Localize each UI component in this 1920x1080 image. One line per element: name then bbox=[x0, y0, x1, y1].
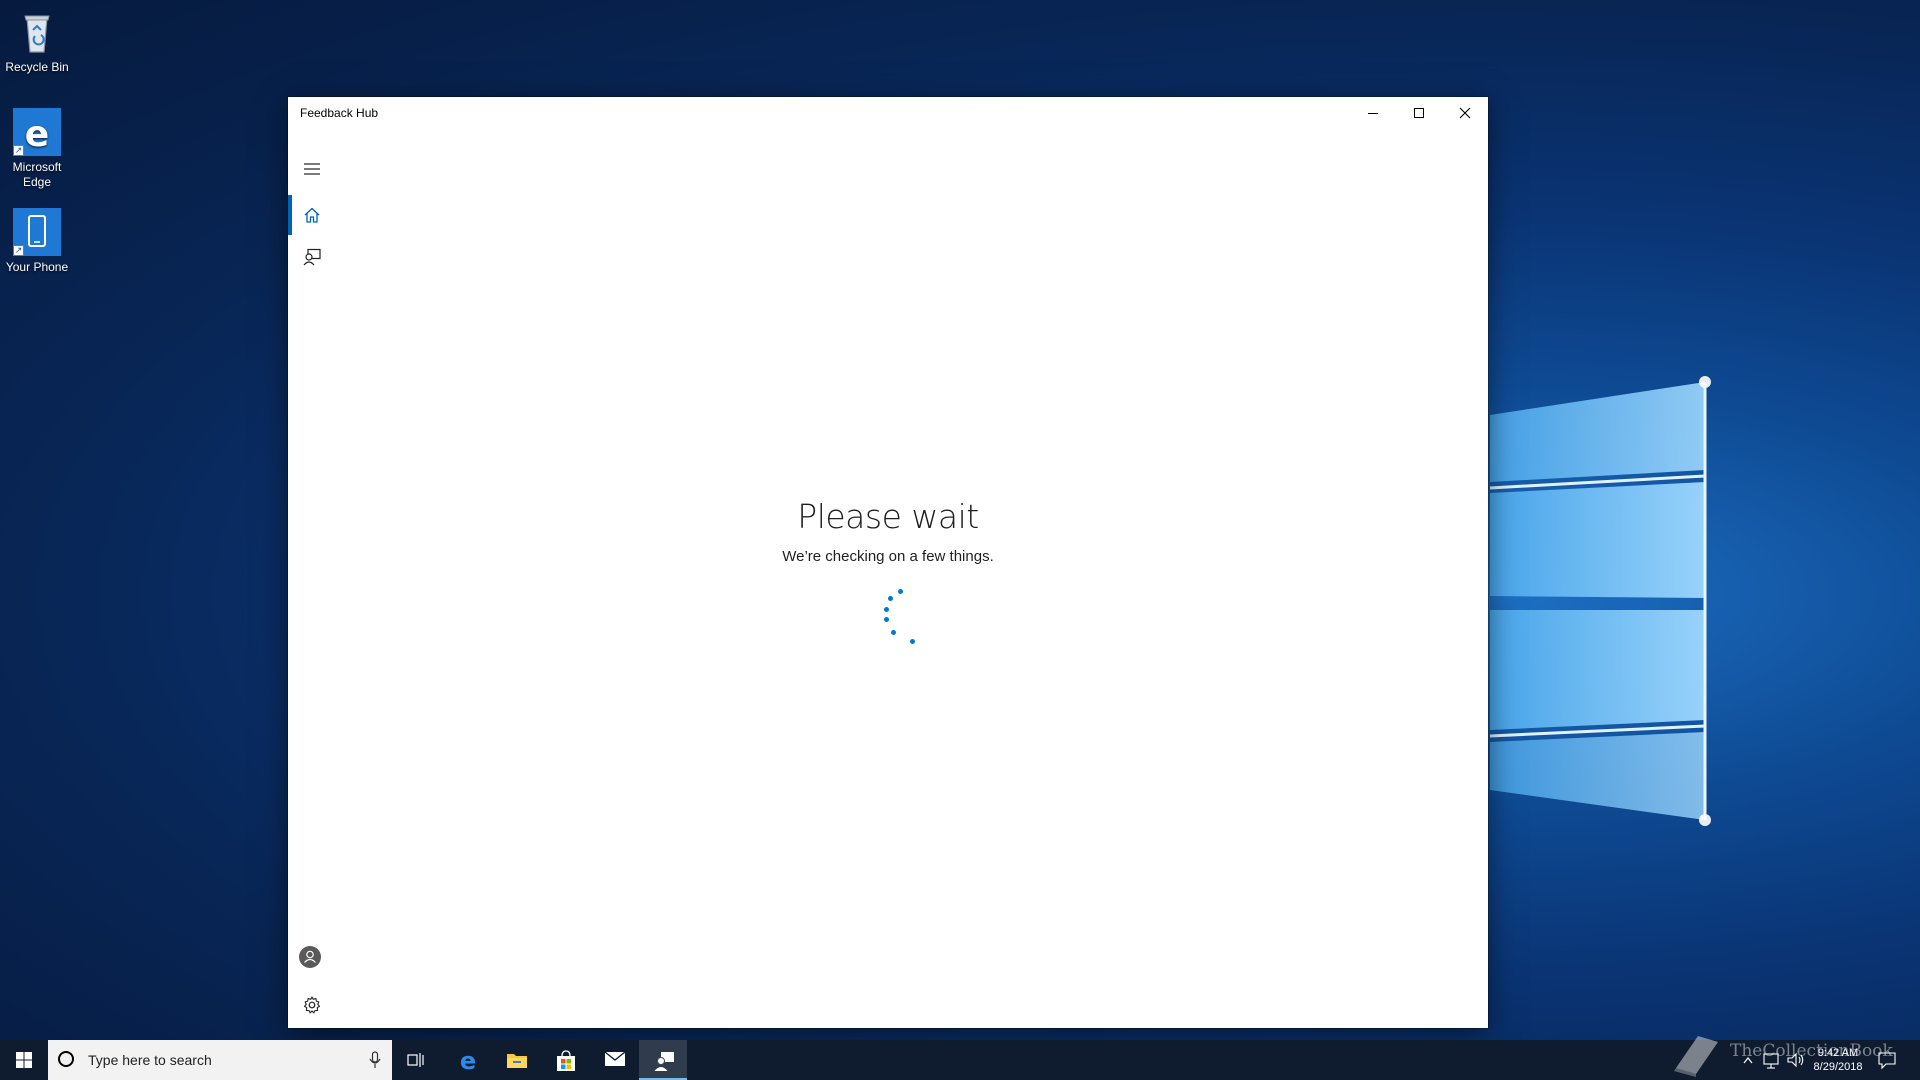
progress-dot bbox=[888, 596, 893, 601]
nav-item-home[interactable] bbox=[288, 195, 336, 235]
task-view-icon bbox=[407, 1053, 424, 1067]
taskbar-store-button[interactable] bbox=[541, 1040, 589, 1080]
shortcut-arrow-icon: ↗ bbox=[13, 245, 24, 256]
task-view-button[interactable] bbox=[392, 1040, 440, 1080]
taskbar-mail-button[interactable] bbox=[590, 1040, 638, 1080]
taskbar-feedback-hub-button[interactable] bbox=[639, 1040, 687, 1080]
desktop-icon-your-phone[interactable]: ↗ Your Phone bbox=[0, 208, 74, 275]
taskbar-edge-button[interactable]: e bbox=[443, 1040, 491, 1080]
close-icon bbox=[1459, 107, 1471, 119]
settings-button[interactable] bbox=[288, 985, 336, 1025]
progress-dot bbox=[898, 589, 903, 594]
maximize-icon bbox=[1414, 108, 1424, 118]
edge-icon: e bbox=[460, 1050, 476, 1072]
desktop-icon-label: Microsoft Edge bbox=[12, 160, 62, 189]
loading-heading: Please wait bbox=[797, 497, 979, 536]
microphone-icon[interactable] bbox=[368, 1051, 382, 1069]
loading-subtext: We’re checking on a few things. bbox=[782, 548, 994, 565]
window-title: Feedback Hub bbox=[300, 106, 379, 120]
desktop: Recycle Bin e ↗ Microsoft Edge ↗ Your Ph… bbox=[0, 0, 1920, 1080]
wallpaper-windows-logo bbox=[1480, 370, 1920, 830]
desktop-icon-recycle-bin[interactable]: Recycle Bin bbox=[0, 8, 74, 75]
progress-dot bbox=[910, 639, 915, 644]
edge-icon: e ↗ bbox=[13, 108, 61, 156]
progress-dot bbox=[891, 630, 896, 635]
file-explorer-icon bbox=[507, 1054, 527, 1068]
desktop-icon-label: Your Phone bbox=[5, 260, 69, 274]
feedback-hub-icon bbox=[654, 1052, 674, 1071]
taskbar: Type here to search e 9:42 AM 8/29/2018 bbox=[0, 1040, 1920, 1080]
maximize-button[interactable] bbox=[1396, 97, 1442, 129]
minimize-icon bbox=[1368, 113, 1378, 114]
hamburger-menu-icon bbox=[304, 163, 320, 175]
book-logo-icon bbox=[1674, 1036, 1718, 1077]
taskbar-file-explorer-button[interactable] bbox=[492, 1040, 540, 1080]
hamburger-menu-button[interactable] bbox=[288, 149, 336, 189]
account-icon bbox=[299, 946, 321, 968]
desktop-icon-microsoft-edge[interactable]: e ↗ Microsoft Edge bbox=[0, 108, 74, 190]
feedback-hub-window: Feedback Hub Please wait We’re checking … bbox=[288, 97, 1488, 1028]
progress-dot bbox=[884, 607, 889, 612]
mail-icon bbox=[604, 1051, 626, 1066]
account-button[interactable] bbox=[288, 937, 336, 977]
store-icon bbox=[557, 1050, 575, 1071]
feedback-icon bbox=[303, 248, 321, 266]
settings-icon bbox=[303, 996, 321, 1014]
recycle-bin-icon bbox=[13, 8, 61, 56]
svg-text:e: e bbox=[25, 114, 49, 155]
taskbar-search-box[interactable]: Type here to search bbox=[48, 1040, 392, 1080]
home-icon bbox=[304, 207, 320, 223]
cortana-icon bbox=[58, 1051, 74, 1067]
nav-item-feedback[interactable] bbox=[288, 237, 336, 277]
clock-date: 8/29/2018 bbox=[1813, 1061, 1863, 1073]
progress-dot bbox=[884, 617, 889, 622]
title-bar[interactable]: Feedback Hub bbox=[288, 97, 1488, 129]
navigation-pane bbox=[288, 129, 336, 1028]
desktop-icon-label: Recycle Bin bbox=[5, 60, 69, 74]
svg-text:e: e bbox=[460, 1050, 476, 1072]
loading-panel: Please wait We’re checking on a few thin… bbox=[288, 497, 1488, 565]
windows-start-icon bbox=[16, 1052, 32, 1068]
search-placeholder: Type here to search bbox=[88, 1052, 212, 1068]
phone-icon: ↗ bbox=[13, 208, 61, 256]
start-button[interactable] bbox=[0, 1040, 48, 1080]
close-button[interactable] bbox=[1442, 97, 1488, 129]
minimize-button[interactable] bbox=[1350, 97, 1396, 129]
shortcut-arrow-icon: ↗ bbox=[13, 145, 24, 156]
watermark-text: TheCollectionBook bbox=[1730, 1041, 1893, 1061]
